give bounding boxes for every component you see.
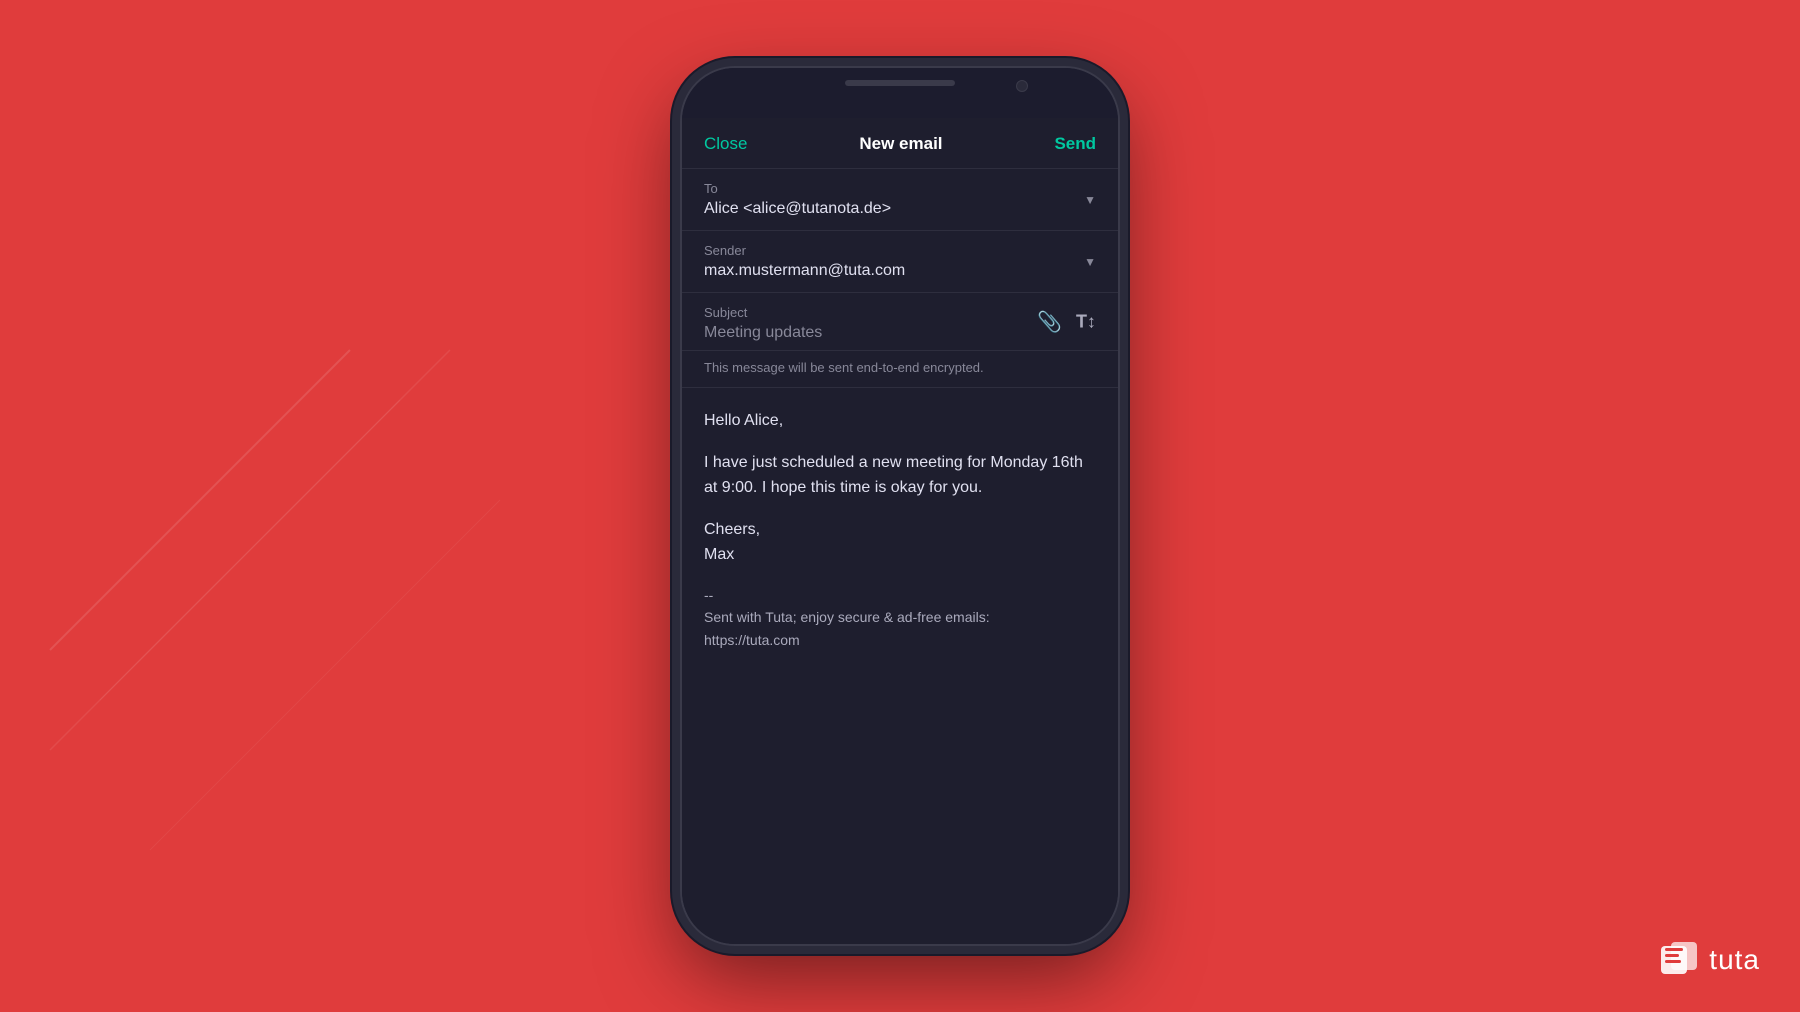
sender-label: Sender [704, 243, 1096, 258]
email-paragraph1: I have just scheduled a new meeting for … [704, 450, 1096, 501]
email-body[interactable]: Hello Alice, I have just scheduled a new… [682, 388, 1118, 687]
compose-form: To Alice <alice@tutanota.de> ▼ Sender ma… [682, 169, 1118, 944]
phone-frame: Close New email Send To Alice <alice@tut… [680, 66, 1120, 946]
phone-camera [1016, 80, 1028, 92]
text-format-icon[interactable]: T↕ [1076, 311, 1096, 332]
email-closing: Cheers, Max [704, 517, 1096, 568]
subject-icons: 📎 T↕ [1037, 309, 1096, 334]
to-value: Alice <alice@tutanota.de> [704, 200, 1096, 218]
email-signature: -- Sent with Tuta; enjoy secure & ad-fre… [704, 584, 1096, 651]
sender-chevron-icon: ▼ [1084, 255, 1096, 269]
send-button[interactable]: Send [1054, 134, 1096, 154]
attachment-icon[interactable]: 📎 [1037, 309, 1062, 334]
sender-field-group[interactable]: Sender max.mustermann@tuta.com ▼ [682, 231, 1118, 293]
encryption-text: This message will be sent end-to-end enc… [704, 360, 984, 375]
sender-value: max.mustermann@tuta.com [704, 262, 1096, 280]
nav-bar: Close New email Send [682, 118, 1118, 169]
tuta-logo-icon [1657, 938, 1701, 982]
encryption-notice: This message will be sent end-to-end enc… [682, 351, 1118, 388]
close-button[interactable]: Close [704, 134, 747, 154]
to-chevron-icon: ▼ [1084, 193, 1096, 207]
nav-title: New email [859, 134, 942, 154]
email-greeting: Hello Alice, [704, 408, 1096, 434]
tuta-logo: tuta [1657, 938, 1760, 982]
app-screen: Close New email Send To Alice <alice@tut… [682, 118, 1118, 944]
phone-pill [845, 80, 955, 86]
to-label: To [704, 181, 1096, 196]
subject-field-group[interactable]: Subject Meeting updates 📎 T↕ [682, 293, 1118, 351]
to-field-group[interactable]: To Alice <alice@tutanota.de> ▼ [682, 169, 1118, 231]
phone-status-bar [682, 68, 1118, 118]
tuta-logo-text: tuta [1709, 944, 1760, 976]
